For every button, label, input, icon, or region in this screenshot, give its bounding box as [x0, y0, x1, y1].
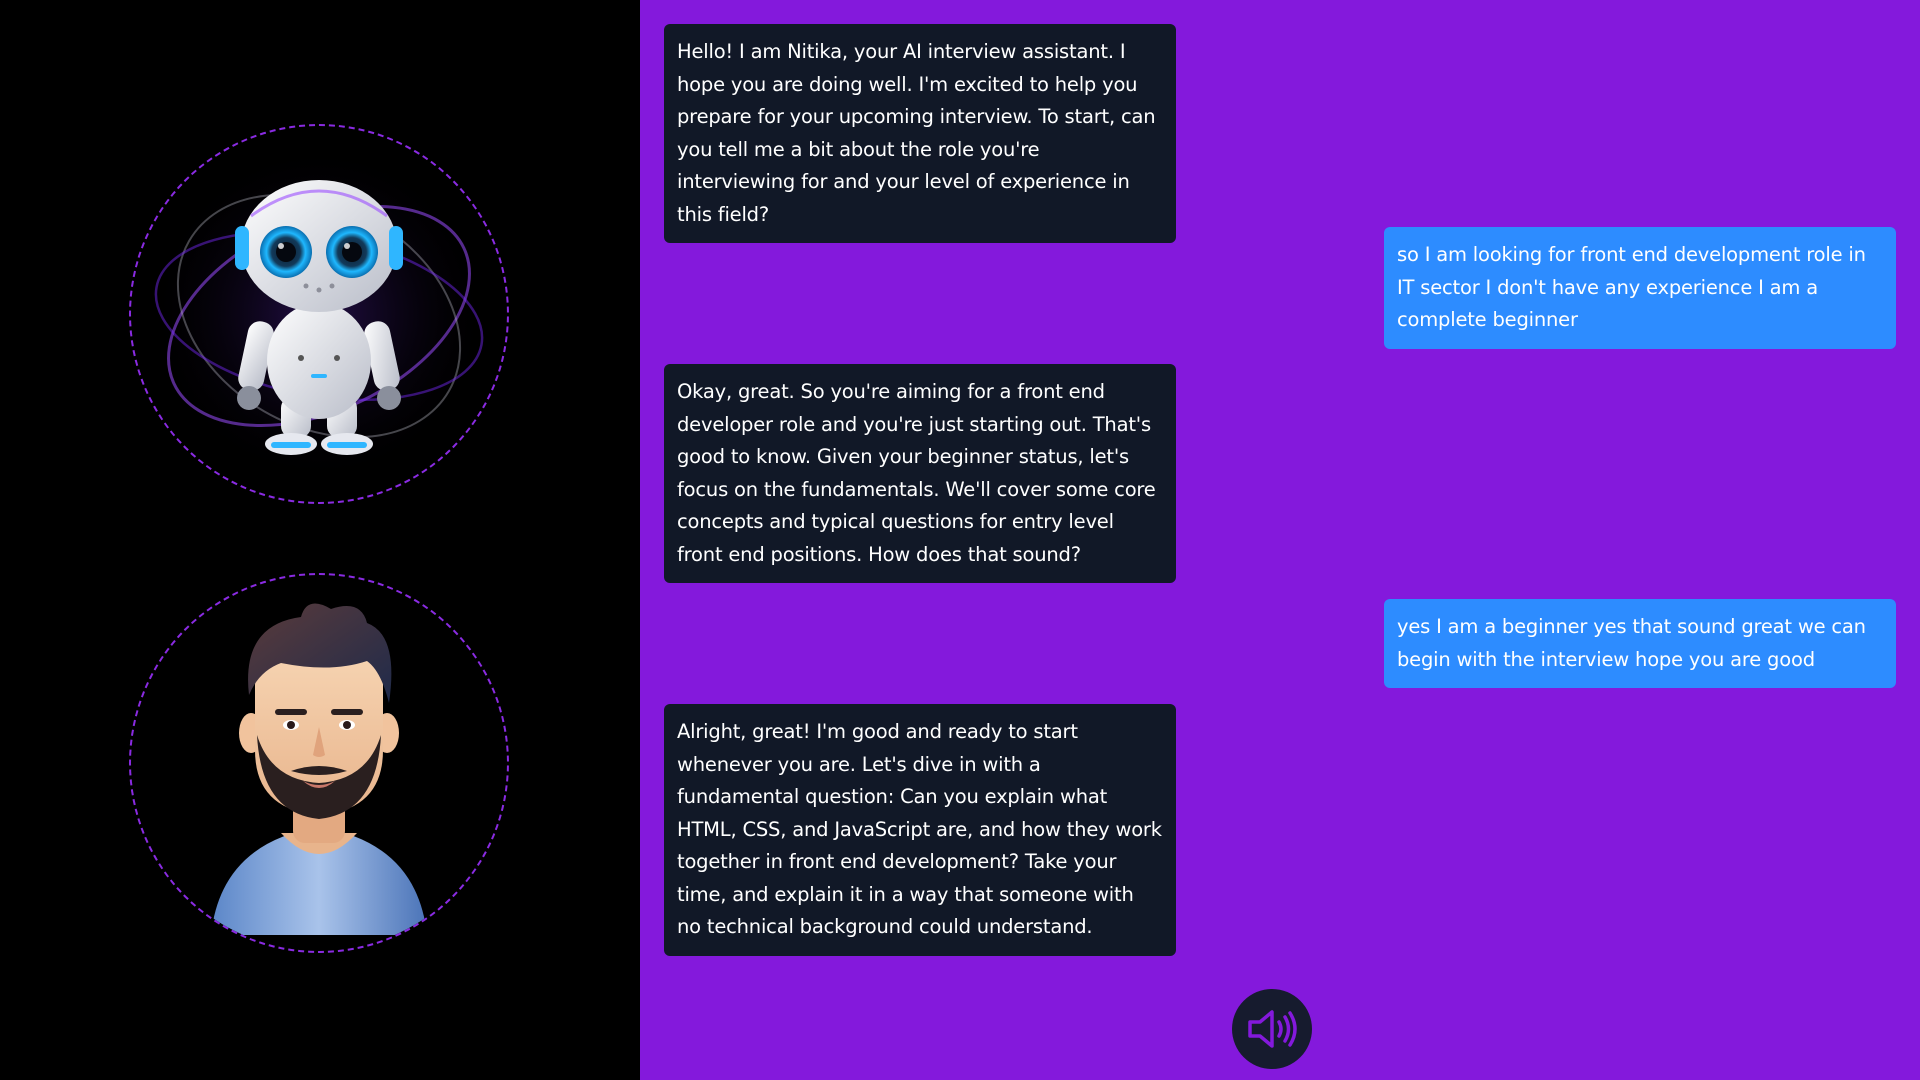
ai-message: Okay, great. So you're aiming for a fron…: [664, 364, 1176, 583]
avatar-panel: [0, 0, 640, 1080]
speaker-volume-icon: [1248, 1010, 1297, 1048]
ai-message: Alright, great! I'm good and ready to st…: [664, 704, 1176, 956]
chat-panel[interactable]: Hello! I am Nitika, your AI interview as…: [640, 0, 1920, 1080]
speaker-button[interactable]: [1232, 989, 1312, 1069]
ai-message: Hello! I am Nitika, your AI interview as…: [664, 24, 1176, 243]
robot-icon: [149, 144, 489, 484]
user-avatar: [129, 573, 509, 953]
user-message: so I am looking for front end developmen…: [1384, 227, 1896, 349]
app-root: Hello! I am Nitika, your AI interview as…: [0, 0, 1920, 1080]
ai-avatar: [129, 124, 509, 504]
bearded-man-avatar-icon: [211, 603, 427, 935]
user-message: yes I am a beginner yes that sound great…: [1384, 599, 1896, 688]
